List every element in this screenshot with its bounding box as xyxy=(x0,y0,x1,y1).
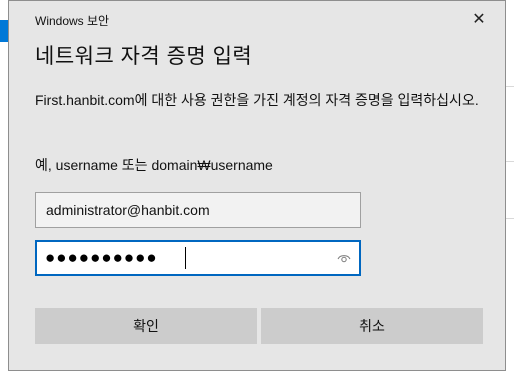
username-format-hint: 예, username 또는 domain₩username xyxy=(35,157,273,173)
background-accent-bar xyxy=(0,20,8,42)
credential-dialog: Windows 보안 ✕ 네트워크 자격 증명 입력 First.hanbit.… xyxy=(8,0,506,371)
username-field[interactable]: administrator@hanbit.com xyxy=(35,192,361,228)
cancel-button[interactable]: 취소 xyxy=(261,308,483,344)
background-divider xyxy=(506,218,514,219)
dialog-caption: Windows 보안 xyxy=(35,14,110,28)
close-icon[interactable]: ✕ xyxy=(467,8,491,32)
eye-icon[interactable] xyxy=(337,252,351,264)
text-cursor xyxy=(185,247,186,269)
ok-button[interactable]: 확인 xyxy=(35,308,257,344)
password-masked-value: ●●●●●●●●●● xyxy=(45,248,158,267)
dialog-title: 네트워크 자격 증명 입력 xyxy=(35,45,253,68)
password-field[interactable]: ●●●●●●●●●● xyxy=(35,240,361,276)
background-divider xyxy=(506,86,514,87)
background-divider xyxy=(506,161,514,162)
dialog-message: First.hanbit.com에 대한 사용 권한을 가진 계정의 자격 증명… xyxy=(35,92,479,108)
